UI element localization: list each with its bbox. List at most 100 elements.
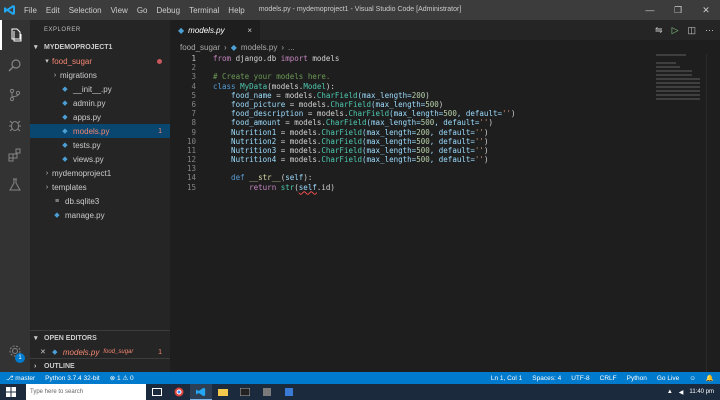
task-view-icon[interactable]	[146, 384, 168, 400]
code-line[interactable]: 14 def __str__(self):	[170, 173, 720, 182]
project-section-header[interactable]: ▾ MYDEMOPROJECT1	[30, 40, 170, 54]
code-editor[interactable]: 1 from django.db import models 2 3 # Create …	[170, 54, 720, 372]
problems-status[interactable]: ⊗ 1 ⚠ 0	[110, 374, 134, 382]
encoding-status[interactable]: UTF-8	[571, 375, 589, 382]
code-token: )	[483, 155, 489, 165]
search-icon[interactable]	[0, 50, 30, 80]
explorer-icon[interactable]	[0, 20, 30, 50]
feedback-smiley-icon[interactable]: ☺	[689, 375, 696, 382]
menu-debug[interactable]: Debug	[156, 6, 180, 15]
code-line[interactable]: 1 from django.db import models	[170, 54, 720, 63]
tree-item[interactable]: ◆ admin.py	[30, 96, 170, 110]
tree-item[interactable]: ◆ views.py	[30, 152, 170, 166]
language-mode-status[interactable]: Python	[627, 375, 647, 382]
menu-edit[interactable]: Edit	[46, 6, 60, 15]
breadcrumb-folder[interactable]: food_sugar	[180, 43, 220, 52]
maximize-button[interactable]: ❐	[664, 0, 692, 20]
network-icon[interactable]: ▲	[667, 389, 673, 395]
tree-item[interactable]: › templates	[30, 180, 170, 194]
menu-bar: File Edit Selection View Go Debug Termin…	[24, 6, 245, 15]
code-line[interactable]: 8 food_amount = models.CharField(max_len…	[170, 118, 720, 127]
tree-item[interactable]: ≡ db.sqlite3	[30, 194, 170, 208]
code-line[interactable]: 12 Nutrition4 = models.CharField(max_len…	[170, 155, 720, 164]
compare-changes-icon[interactable]: ⇋	[655, 25, 663, 36]
code-line[interactable]: 15 return str(self.id)	[170, 183, 720, 192]
tab-models-py[interactable]: ◆ models.py ×	[170, 20, 260, 40]
breadcrumb-symbols[interactable]: ...	[288, 43, 295, 52]
close-icon[interactable]: ✕	[40, 348, 46, 356]
volume-icon[interactable]: ◀	[679, 389, 684, 396]
go-live-status[interactable]: Go Live	[657, 375, 679, 382]
notifications-bell-icon[interactable]: 🔔	[706, 374, 714, 382]
git-branch-status[interactable]: ⎇ master	[6, 374, 35, 382]
vscode-taskbar-icon[interactable]	[190, 384, 212, 400]
code-line[interactable]: 3 # Create your models here.	[170, 72, 720, 81]
tree-item[interactable]: ◆ apps.py	[30, 110, 170, 124]
tab-close-icon[interactable]: ×	[247, 26, 252, 35]
vertical-scrollbar[interactable]	[706, 54, 720, 372]
cursor-position-status[interactable]: Ln 1, Col 1	[491, 375, 522, 382]
open-editors-header[interactable]: ▾ OPEN EDITORS	[30, 331, 170, 345]
file-explorer-icon[interactable]	[212, 384, 234, 400]
code-line[interactable]: 6 food_picture = models.CharField(max_le…	[170, 100, 720, 109]
menu-view[interactable]: View	[111, 6, 128, 15]
windows-start-icon[interactable]	[0, 384, 22, 400]
source-control-icon[interactable]	[0, 80, 30, 110]
tree-item[interactable]: ◆ models.py 1	[30, 124, 170, 138]
minimize-button[interactable]: —	[636, 0, 664, 20]
run-python-icon[interactable]: ▷	[672, 25, 679, 36]
code-token: CharField	[321, 145, 363, 155]
python-interpreter-status[interactable]: Python 3.7.4 32-bit	[45, 375, 100, 382]
tree-item[interactable]: › migrations	[30, 68, 170, 82]
code-line[interactable]: 5 food_name = models.CharField(max_lengt…	[170, 91, 720, 100]
open-editor-item[interactable]: ✕ ◆ models.py food_sugar 1	[30, 345, 170, 359]
outline-section[interactable]: › OUTLINE	[30, 358, 170, 372]
more-actions-icon[interactable]: ···	[705, 25, 714, 35]
app-icon[interactable]	[256, 384, 278, 400]
line-number: 12	[186, 155, 196, 165]
code-line[interactable]: 11 Nutrition3 = models.CharField(max_len…	[170, 146, 720, 155]
code-line[interactable]: 2	[170, 63, 720, 72]
chrome-icon[interactable]	[168, 384, 190, 400]
outline-header[interactable]: › OUTLINE	[30, 359, 170, 373]
code-line[interactable]: 10 Nutrition2 = models.CharField(max_len…	[170, 137, 720, 146]
terminal-icon[interactable]	[234, 384, 256, 400]
code-line[interactable]: 4 class MyData(models.Model):	[170, 82, 720, 91]
close-window-button[interactable]: ✕	[692, 0, 720, 20]
tree-item[interactable]: ◆ manage.py	[30, 208, 170, 222]
menu-go[interactable]: Go	[137, 6, 148, 15]
manage-gear-icon[interactable]: 1	[0, 336, 30, 366]
code-token: )	[488, 118, 493, 128]
code-token: , default=	[429, 136, 475, 146]
code-token: ''	[474, 136, 484, 146]
code-line[interactable]: 7 food_description = models.CharField(ma…	[170, 109, 720, 118]
indentation-status[interactable]: Spaces: 4	[532, 375, 561, 382]
tree-item[interactable]: › mydemoproject1	[30, 166, 170, 180]
code-line[interactable]: 9 Nutrition1 = models.CharField(max_leng…	[170, 128, 720, 137]
code-line[interactable]: 13	[170, 164, 720, 173]
breadcrumb-file[interactable]: models.py	[241, 43, 277, 52]
tree-item[interactable]: ▾ food_sugar	[30, 54, 170, 68]
taskbar-clock[interactable]: 11:40 pm	[689, 389, 714, 395]
app-icon[interactable]	[278, 384, 300, 400]
split-editor-icon[interactable]: ◫	[687, 25, 696, 36]
tree-item[interactable]: ◆ __init__.py	[30, 82, 170, 96]
tree-item-label: migrations	[60, 70, 97, 80]
code-token: self	[298, 182, 317, 192]
menu-file[interactable]: File	[24, 6, 37, 15]
extensions-icon[interactable]	[0, 140, 30, 170]
outline-label: OUTLINE	[44, 362, 75, 370]
taskbar-search-input[interactable]: Type here to search	[26, 384, 146, 400]
test-flask-icon[interactable]	[0, 170, 30, 200]
minimap[interactable]	[656, 54, 706, 114]
code-token: Nutrition1	[213, 127, 281, 137]
menu-terminal[interactable]: Terminal	[189, 6, 219, 15]
windows-taskbar: Type here to search ▲ ◀ 11:40 pm	[0, 384, 720, 400]
menu-help[interactable]: Help	[228, 6, 244, 15]
tree-item[interactable]: ◆ tests.py	[30, 138, 170, 152]
tree-item-label: tests.py	[73, 140, 101, 150]
menu-selection[interactable]: Selection	[69, 6, 102, 15]
line-ending-status[interactable]: CRLF	[600, 375, 617, 382]
code-token: = models.	[280, 136, 322, 146]
debug-icon[interactable]	[0, 110, 30, 140]
